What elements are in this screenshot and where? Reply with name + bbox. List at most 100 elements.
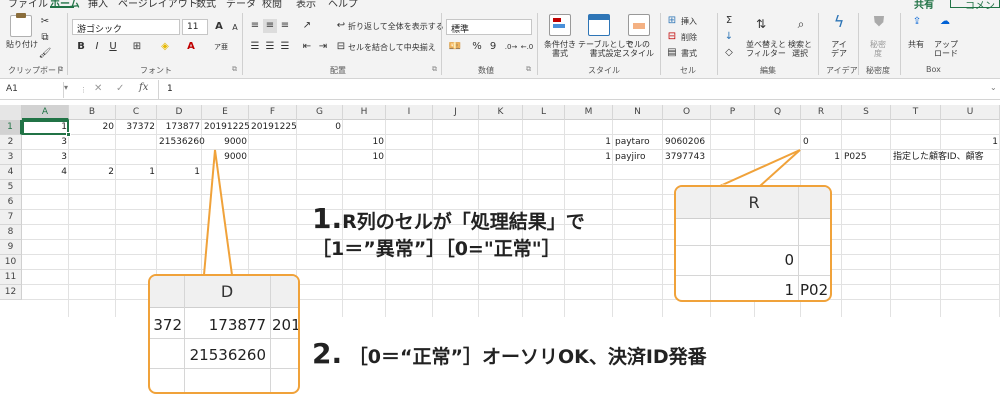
fill-color-icon[interactable]: ◈: [158, 40, 172, 54]
font-launcher-icon[interactable]: ⧉: [232, 65, 237, 74]
cell-d1[interactable]: 173877: [157, 120, 202, 135]
cell-f1[interactable]: 20191225: [249, 120, 297, 135]
conditional-format-icon[interactable]: [549, 14, 571, 36]
ideas-icon[interactable]: ϟ: [832, 14, 846, 30]
align-right-icon[interactable]: ☰: [278, 40, 292, 54]
cell-s3[interactable]: P025: [842, 150, 891, 165]
format-painter-icon[interactable]: 🖌: [38, 47, 52, 61]
font-size-select[interactable]: 11: [182, 19, 208, 35]
cell-o2[interactable]: 9060206: [663, 135, 711, 150]
clear-icon[interactable]: ◇: [722, 46, 736, 60]
find-select-icon[interactable]: ⌕: [794, 17, 808, 31]
paste-button-label[interactable]: 貼り付け: [6, 40, 38, 49]
cell-m3[interactable]: 1: [565, 150, 613, 165]
tab-data[interactable]: データ: [226, 0, 256, 9]
row-header-7[interactable]: 7: [0, 210, 22, 225]
align-middle-icon[interactable]: ≡: [263, 19, 277, 33]
row-header-11[interactable]: 11: [0, 270, 22, 285]
column-header-g[interactable]: G: [297, 105, 343, 120]
insert-cells-button[interactable]: 挿入: [681, 17, 697, 26]
column-header-j[interactable]: J: [433, 105, 479, 120]
font-color-icon[interactable]: A: [184, 40, 198, 54]
italic-button[interactable]: I: [90, 40, 104, 54]
column-header-b[interactable]: B: [69, 105, 116, 120]
number-format-select[interactable]: 標準: [446, 19, 532, 35]
insert-function-button[interactable]: fx: [139, 82, 148, 93]
cell-g1[interactable]: 0: [297, 120, 343, 135]
format-as-table-icon[interactable]: [588, 14, 610, 36]
cell-n3[interactable]: payjiro: [613, 150, 663, 165]
comment-button[interactable]: コメント: [950, 0, 1000, 9]
column-header-e[interactable]: E: [202, 105, 249, 120]
autosum-icon[interactable]: Σ: [722, 14, 736, 28]
tab-formulas[interactable]: 数式: [196, 0, 216, 9]
name-box-dropdown-icon[interactable]: ▾: [64, 83, 68, 92]
tab-help[interactable]: ヘルプ: [328, 0, 358, 9]
cell-a2[interactable]: 3: [22, 135, 69, 150]
column-header-r[interactable]: R: [801, 105, 842, 120]
cell-a3[interactable]: 3: [22, 150, 69, 165]
column-header-t[interactable]: T: [891, 105, 941, 120]
phonetic-icon[interactable]: ア亜: [214, 40, 228, 54]
delete-cells-icon[interactable]: ⊟: [665, 30, 679, 44]
fill-handle[interactable]: [66, 132, 71, 137]
cell-r3[interactable]: 1: [801, 150, 842, 165]
align-bottom-icon[interactable]: ≡: [278, 19, 292, 33]
cell-styles-icon[interactable]: [628, 14, 650, 36]
column-header-p[interactable]: P: [711, 105, 755, 120]
percent-button[interactable]: %: [470, 40, 484, 54]
cell-h3[interactable]: 10: [343, 150, 386, 165]
wrap-text-icon[interactable]: ↩: [334, 19, 348, 33]
column-header-k[interactable]: K: [479, 105, 523, 120]
confirm-entry-button[interactable]: ✓: [116, 83, 124, 94]
cell-e2[interactable]: 9000: [202, 135, 249, 150]
sort-filter-button[interactable]: 並べ替えと フィルター: [746, 40, 786, 58]
tab-view[interactable]: 表示: [296, 0, 316, 9]
format-cells-icon[interactable]: ▤: [665, 46, 679, 60]
row-header-1[interactable]: 1: [0, 120, 22, 135]
insert-cells-icon[interactable]: ⊞: [665, 14, 679, 28]
row-header-12[interactable]: 12: [0, 285, 22, 300]
tab-file[interactable]: ファイル: [8, 0, 48, 9]
cell-d4[interactable]: 1: [157, 165, 202, 180]
column-header-l[interactable]: L: [523, 105, 565, 120]
cancel-entry-button[interactable]: ✕: [94, 83, 102, 94]
row-header-9[interactable]: 9: [0, 240, 22, 255]
fill-icon[interactable]: ↓: [722, 30, 736, 44]
orientation-icon[interactable]: ↗: [300, 19, 314, 33]
expand-formula-bar-icon[interactable]: ⌄: [990, 83, 997, 92]
decrease-decimal-icon[interactable]: ←.0: [520, 40, 534, 54]
underline-button[interactable]: U: [106, 40, 120, 54]
cell-c4[interactable]: 1: [116, 165, 157, 180]
select-all-corner[interactable]: [0, 105, 22, 120]
column-header-m[interactable]: M: [565, 105, 613, 120]
column-header-f[interactable]: F: [249, 105, 297, 120]
merge-center-button[interactable]: セルを結合して中央揃え: [348, 43, 436, 52]
box-upload-icon[interactable]: ☁: [938, 15, 952, 29]
column-header-u[interactable]: U: [941, 105, 1000, 120]
sensitivity-icon[interactable]: ⛊: [872, 15, 886, 29]
increase-indent-icon[interactable]: ⇥: [316, 40, 330, 54]
row-header-6[interactable]: 6: [0, 195, 22, 210]
find-select-button[interactable]: 検索と 選択: [788, 40, 812, 58]
column-header-n[interactable]: N: [613, 105, 663, 120]
increase-decimal-icon[interactable]: .0→: [504, 40, 518, 54]
wrap-text-button[interactable]: 折り返して全体を表示する: [348, 22, 444, 31]
cell-e1[interactable]: 20191225: [202, 120, 250, 135]
column-header-c[interactable]: C: [116, 105, 157, 120]
row-header-2[interactable]: 2: [0, 135, 22, 150]
grow-font-icon[interactable]: A: [212, 20, 226, 34]
decrease-indent-icon[interactable]: ⇤: [300, 40, 314, 54]
format-cells-button[interactable]: 書式: [681, 49, 697, 58]
cell-n2[interactable]: paytaro: [613, 135, 663, 150]
column-header-s[interactable]: S: [842, 105, 891, 120]
column-header-i[interactable]: I: [386, 105, 433, 120]
cell-styles-button[interactable]: セルの スタイル: [622, 40, 654, 58]
cell-a4[interactable]: 4: [22, 165, 69, 180]
share-button[interactable]: 共有: [914, 0, 934, 9]
column-header-q[interactable]: Q: [755, 105, 801, 120]
row-header-5[interactable]: 5: [0, 180, 22, 195]
formula-input[interactable]: 1: [158, 80, 988, 99]
shrink-font-icon[interactable]: A: [228, 21, 242, 35]
tab-review[interactable]: 校閲: [262, 0, 282, 9]
